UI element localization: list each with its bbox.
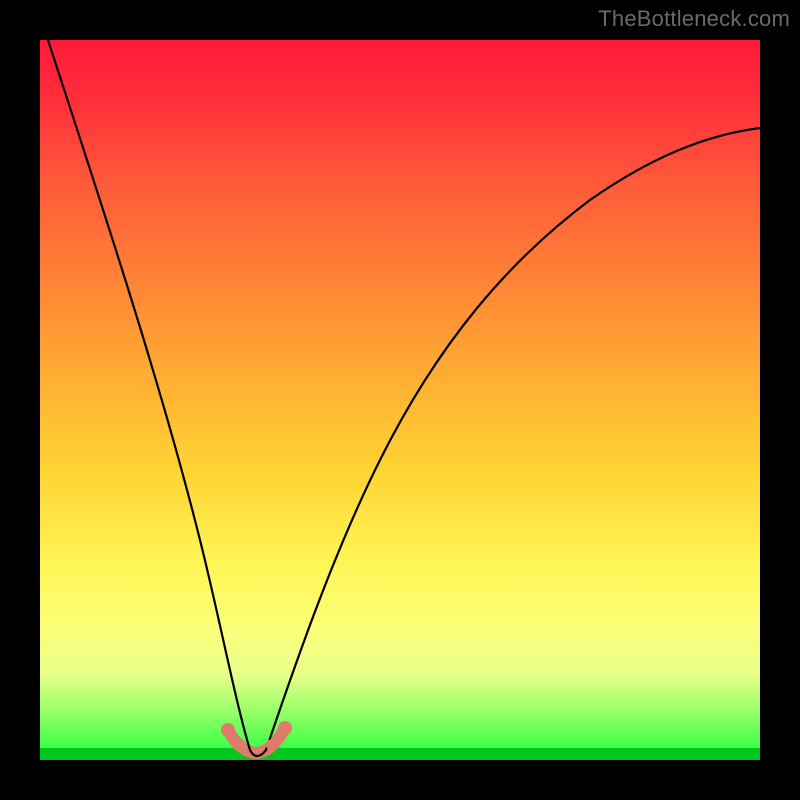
valley-dot-mid-r <box>266 739 278 751</box>
green-baseline-band <box>40 748 760 760</box>
chart-svg <box>40 40 760 760</box>
watermark-text: TheBottleneck.com <box>598 6 790 32</box>
bottleneck-curve <box>48 40 760 756</box>
valley-dot-left <box>221 723 235 737</box>
chart-frame: TheBottleneck.com <box>0 0 800 800</box>
valley-dot-right <box>278 721 292 735</box>
valley-dot-mid-l <box>234 739 246 751</box>
plot-area <box>40 40 760 760</box>
